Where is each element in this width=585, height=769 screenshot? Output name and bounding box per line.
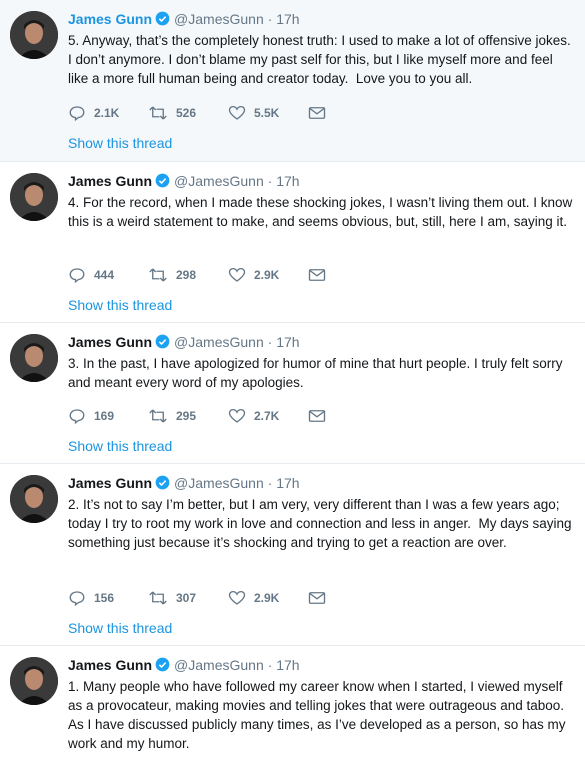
like-count: 5.5K <box>254 106 280 120</box>
retweet-button[interactable]: 526 <box>148 104 228 122</box>
reply-button[interactable]: 2.1K <box>68 104 148 122</box>
author-name[interactable]: James Gunn <box>68 657 152 673</box>
verified-badge-icon <box>155 334 170 349</box>
reply-button[interactable]: 169 <box>68 407 148 425</box>
tweet[interactable]: James Gunn @JamesGunn · 17h 5. Anyway, th… <box>0 0 585 162</box>
avatar[interactable] <box>10 11 58 59</box>
direct-message-button[interactable] <box>308 105 334 121</box>
direct-message-icon <box>308 592 326 604</box>
reply-icon <box>69 409 85 425</box>
like-icon <box>228 408 246 423</box>
show-thread-link[interactable]: Show this thread <box>68 135 172 151</box>
reply-button[interactable]: 444 <box>68 266 148 284</box>
like-icon <box>228 105 246 120</box>
like-icon <box>228 590 246 605</box>
direct-message-button[interactable] <box>308 267 334 283</box>
like-button[interactable]: 2.9K <box>228 589 308 607</box>
author-name[interactable]: James Gunn <box>68 11 152 27</box>
author-name[interactable]: James Gunn <box>68 334 152 350</box>
author-name[interactable]: James Gunn <box>68 173 152 189</box>
reply-button[interactable]: 156 <box>68 589 148 607</box>
retweet-icon <box>149 106 167 120</box>
avatar-image <box>10 173 58 221</box>
tweet-text: 4. For the record, when I made these sho… <box>68 195 577 229</box>
verified-badge-icon <box>155 475 170 490</box>
tweet-text: 5. Anyway, that’s the completely honest … <box>68 33 575 86</box>
show-thread-link[interactable]: Show this thread <box>68 297 172 313</box>
avatar-image <box>10 475 58 523</box>
timestamp[interactable]: 17h <box>276 657 299 673</box>
avatar-image <box>10 11 58 59</box>
timestamp[interactable]: 17h <box>276 475 299 491</box>
retweet-icon <box>149 268 167 282</box>
tweet[interactable]: James Gunn @JamesGunn · 17h 2. It’s not t… <box>0 464 585 646</box>
separator: · <box>267 475 273 491</box>
timestamp[interactable]: 17h <box>276 334 299 350</box>
tweet-text: 2. It’s not to say I’m better, but I am … <box>68 497 576 550</box>
avatar[interactable] <box>10 657 58 705</box>
retweet-button[interactable]: 295 <box>148 407 228 425</box>
author-handle[interactable]: @JamesGunn <box>174 657 264 673</box>
separator: · <box>267 11 273 27</box>
reply-count: 156 <box>94 591 115 605</box>
direct-message-button[interactable] <box>308 590 334 606</box>
retweet-count: 526 <box>176 106 197 120</box>
direct-message-icon <box>308 410 326 422</box>
reply-count: 2.1K <box>94 106 120 120</box>
retweet-icon <box>149 409 167 423</box>
verified-badge-icon <box>155 173 170 188</box>
like-count: 2.9K <box>254 268 280 282</box>
like-button[interactable]: 5.5K <box>228 104 308 122</box>
reply-count: 169 <box>94 409 115 423</box>
avatar[interactable] <box>10 173 58 221</box>
timestamp[interactable]: 17h <box>276 173 299 189</box>
like-button[interactable]: 2.9K <box>228 266 308 284</box>
retweet-count: 307 <box>176 591 197 605</box>
direct-message-icon <box>308 107 326 119</box>
author-handle[interactable]: @JamesGunn <box>174 11 264 27</box>
author-handle[interactable]: @JamesGunn <box>174 334 264 350</box>
retweet-count: 295 <box>176 409 197 423</box>
retweet-count: 298 <box>176 268 197 282</box>
reply-icon <box>69 268 85 284</box>
tweet[interactable]: James Gunn @JamesGunn · 17h 4. For the re… <box>0 162 585 323</box>
reply-icon <box>69 106 85 122</box>
direct-message-button[interactable] <box>308 408 334 424</box>
show-thread-link[interactable]: Show this thread <box>68 620 172 636</box>
reply-icon <box>69 591 85 607</box>
avatar-image <box>10 657 58 705</box>
separator: · <box>267 334 273 350</box>
separator: · <box>267 173 273 189</box>
timestamp[interactable]: 17h <box>276 11 299 27</box>
avatar-image <box>10 334 58 382</box>
verified-badge-icon <box>155 657 170 672</box>
avatar[interactable] <box>10 334 58 382</box>
tweet[interactable]: James Gunn @JamesGunn · 17h 3. In the pas… <box>0 323 585 464</box>
retweet-button[interactable]: 298 <box>148 266 228 284</box>
tweet-text: 1. Many people who have followed my care… <box>68 679 570 751</box>
direct-message-icon <box>308 269 326 281</box>
tweet-text: 3. In the past, I have apologized for hu… <box>68 356 567 390</box>
tweet[interactable]: James Gunn @JamesGunn · 17h 1. Many peopl… <box>0 646 585 769</box>
retweet-button[interactable]: 307 <box>148 589 228 607</box>
author-handle[interactable]: @JamesGunn <box>174 173 264 189</box>
like-button[interactable]: 2.7K <box>228 407 308 425</box>
author-name[interactable]: James Gunn <box>68 475 152 491</box>
show-thread-link[interactable]: Show this thread <box>68 438 172 454</box>
retweet-icon <box>149 591 167 605</box>
author-handle[interactable]: @JamesGunn <box>174 475 264 491</box>
like-icon <box>228 267 246 282</box>
like-count: 2.9K <box>254 591 280 605</box>
separator: · <box>267 657 273 673</box>
reply-count: 444 <box>94 268 115 282</box>
avatar[interactable] <box>10 475 58 523</box>
like-count: 2.7K <box>254 409 280 423</box>
verified-badge-icon <box>155 11 170 26</box>
